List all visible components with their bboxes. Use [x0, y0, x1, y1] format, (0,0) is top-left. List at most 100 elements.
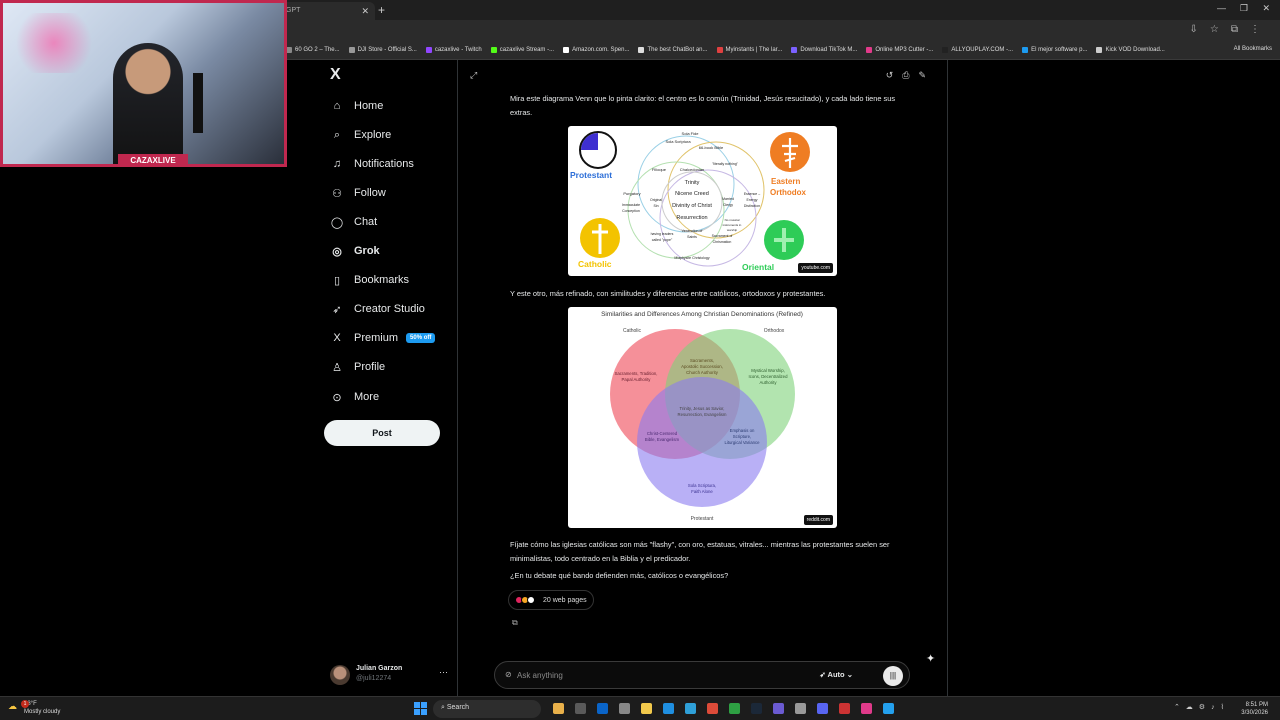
weather-desc: Mostly cloudy [24, 709, 61, 715]
nav-item-bookmarks[interactable]: ▯ Bookmarks [330, 270, 409, 290]
svg-text:Miaphysite Christology: Miaphysite Christology [674, 256, 709, 260]
more-circle-icon: ⊙ [332, 391, 342, 404]
bookmark-item[interactable]: DJI Store - Official S... [348, 46, 417, 53]
minimize-icon[interactable]: — [1217, 3, 1226, 13]
weather-widget[interactable]: ☁ 1 68°F Mostly cloudy [8, 700, 60, 716]
taskbar-app-icon[interactable] [751, 703, 762, 714]
svg-text:Oriental: Oriental [742, 262, 774, 272]
system-tray[interactable]: ⌃☁⚙♪⌇ [1174, 703, 1230, 711]
voice-mode-icon[interactable]: ||| [883, 666, 903, 686]
bookmark-item[interactable]: Kick VOD Download... [1096, 46, 1165, 53]
svg-text:Emphasis on: Emphasis on [730, 428, 755, 433]
expand-icon[interactable]: ⤢ [470, 70, 477, 81]
chat-icon: ◯ [330, 216, 344, 229]
bookmark-item[interactable]: Download TikTok M... [791, 46, 858, 53]
bookmark-item[interactable]: cazaxlive - Twitch [425, 46, 482, 53]
grok-floating-icon[interactable]: ✦ [926, 652, 935, 665]
bookmark-favicon-icon [638, 46, 645, 53]
nav-item-profile[interactable]: ♙ Profile [330, 357, 385, 377]
x-logo-icon[interactable]: X [330, 66, 341, 84]
taskbar-app-icon[interactable] [641, 703, 652, 714]
taskbar-app-icon[interactable] [597, 703, 608, 714]
taskbar-app-icon[interactable] [729, 703, 740, 714]
sources-button[interactable]: 20 web pages [508, 590, 594, 610]
svg-text:Trinity, Jesus as Savior,: Trinity, Jesus as Savior, [680, 406, 725, 411]
svg-text:Resurrection, Evangelism: Resurrection, Evangelism [678, 412, 727, 417]
taskbar-app-icon[interactable] [685, 703, 696, 714]
close-window-icon[interactable]: ✕ [1262, 3, 1270, 14]
bookmark-label: cazaxlive Stream -... [499, 46, 555, 53]
attach-icon[interactable]: ⊘ [505, 670, 512, 679]
bookmark-favicon-icon [1096, 46, 1103, 53]
message-paragraph: Mira este diagrama Venn que lo pinta cla… [510, 94, 896, 117]
bookmark-item[interactable]: The best ChatBot an... [638, 46, 708, 53]
svg-text:Catholic: Catholic [578, 259, 612, 269]
nav-item-notifications[interactable]: ♫ Notifications [330, 154, 414, 174]
post-button[interactable]: Post [324, 420, 440, 446]
bookmark-item[interactable]: El mejor software p... [1022, 46, 1087, 53]
clock[interactable]: 8:51 PM 3/30/2026 [1241, 701, 1268, 717]
source-tag: reddit.com [803, 515, 833, 525]
more-options-icon[interactable]: ··· [439, 667, 448, 677]
taskbar-app-icon[interactable] [795, 703, 806, 714]
svg-text:Divinity of Christ: Divinity of Christ [672, 203, 712, 209]
grok-top-actions[interactable]: ↺⎙✎ [886, 70, 935, 81]
taskbar-app-icon[interactable] [861, 703, 872, 714]
grok-panel: ⤢ ↺⎙✎ Mira este diagrama Venn que lo pin… [458, 60, 948, 696]
taskbar-app-icon[interactable] [553, 703, 564, 714]
svg-text:Resurrection: Resurrection [676, 215, 707, 221]
venn-image-2[interactable]: Similarities and Differences Among Chris… [568, 307, 837, 528]
taskbar-app-icon[interactable] [663, 703, 674, 714]
bookmark-label: Download TikTok M... [800, 46, 858, 53]
bookmark-item[interactable]: Amazon.com. Spen... [563, 46, 629, 53]
nav-item-chat[interactable]: ◯ Chat [330, 212, 377, 232]
ask-input[interactable] [517, 668, 797, 683]
copy-icon[interactable]: ⧉ [512, 618, 518, 628]
close-tab-icon[interactable]: ✕ [361, 6, 369, 17]
svg-text:Icons, Decentralized: Icons, Decentralized [749, 374, 789, 379]
taskbar-app-icon[interactable] [575, 703, 586, 714]
taskbar-app-icon[interactable] [619, 703, 630, 714]
svg-text:Married: Married [722, 197, 734, 201]
taskbar-app-icon[interactable] [817, 703, 828, 714]
nav-label: Follow [354, 187, 386, 199]
restore-icon[interactable]: ❐ [1240, 3, 1248, 14]
bookmark-item[interactable]: 60 GO 2 – The... [286, 46, 340, 53]
nav-item-more[interactable]: ⊙ More [330, 387, 379, 407]
svg-text:Liturgical Variance: Liturgical Variance [724, 440, 760, 445]
taskbar-app-icon[interactable] [839, 703, 850, 714]
bookmark-item[interactable]: Online MP3 Cutter -... [866, 46, 933, 53]
bookmark-item[interactable]: Myinstants | The lar... [716, 46, 782, 53]
taskbar-app-icon[interactable] [707, 703, 718, 714]
bookmark-item[interactable]: ALLYOUPLAY.COM -... [942, 46, 1013, 53]
taskbar-app-icon[interactable] [773, 703, 784, 714]
bookmark-item[interactable]: cazaxlive Stream -... [490, 46, 555, 53]
nav-item-home[interactable]: ⌂ Home [330, 96, 384, 116]
nav-item-explore[interactable]: ⌕ Explore [330, 125, 391, 145]
start-button[interactable] [414, 702, 427, 715]
premium-discount-badge: 50% off [406, 333, 436, 343]
svg-text:Papal Authority: Papal Authority [622, 377, 652, 382]
svg-text:worship: worship [727, 228, 738, 232]
mode-selector[interactable]: ➶ Auto ⌄ [819, 670, 853, 679]
nav-item-follow[interactable]: ⚇ Follow [330, 183, 386, 203]
venn-diagram-refined: Similarities and Differences Among Chris… [601, 311, 803, 522]
nav-item-creator-studio[interactable]: ➶ Creator Studio [330, 299, 425, 319]
toolbar-icons[interactable]: ⇩☆⧉⋮ [1190, 24, 1272, 35]
svg-text:Orthodox: Orthodox [770, 188, 807, 197]
all-bookmarks-button[interactable]: All Bookmarks [1234, 46, 1272, 52]
venn-image-1[interactable]: Protestant Eastern Orthodox Catholic Ori… [568, 126, 837, 276]
taskbar-app-icon[interactable] [883, 703, 894, 714]
active-tab[interactable]: GPT ✕ [280, 2, 375, 20]
account-switcher[interactable]: Julian Garzon @juli12274 ··· [330, 663, 448, 687]
profile-name: Julian Garzon [356, 665, 403, 672]
cloud-icon: ☁ [8, 701, 17, 711]
bookmark-favicon-icon [563, 46, 570, 53]
new-tab-icon[interactable]: + [378, 3, 385, 17]
bookmark-favicon-icon [866, 46, 873, 53]
svg-text:Sin: Sin [653, 204, 658, 208]
taskbar-search[interactable]: ⌕ Search [433, 700, 541, 718]
nav-item-premium[interactable]: X Premium 50% off [330, 328, 436, 348]
nav-item-grok[interactable]: ◎ Grok [330, 241, 380, 261]
svg-text:Immaculate: Immaculate [622, 203, 640, 207]
